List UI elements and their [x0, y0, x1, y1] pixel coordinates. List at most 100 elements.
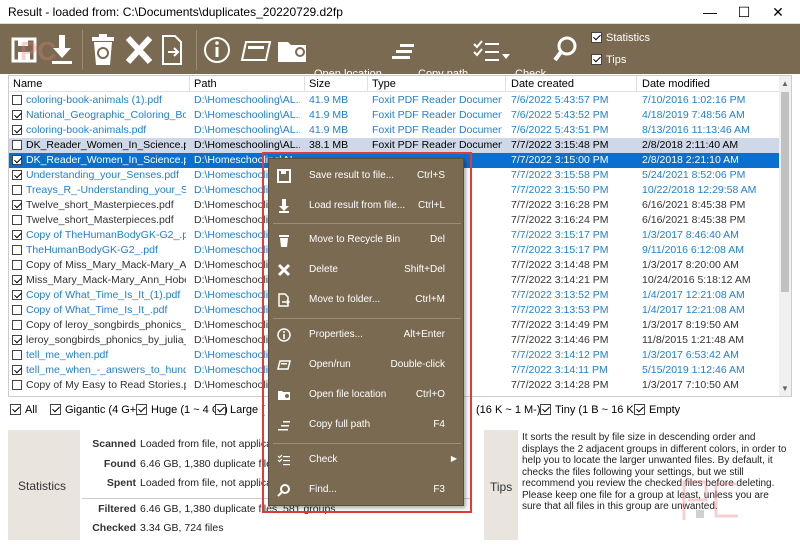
row-checkbox[interactable] [12, 155, 22, 165]
menu-separator [273, 318, 461, 319]
row-checkbox[interactable] [12, 350, 22, 360]
filter-huge-checkbox[interactable] [136, 404, 147, 415]
cell-name: DK_Reader_Women_In_Science.pdf [26, 139, 186, 151]
find-button[interactable] [552, 32, 580, 68]
close-window-button[interactable]: ✕ [756, 0, 800, 24]
menu-delete-label: Delete [309, 264, 338, 275]
col-size[interactable]: Size [309, 78, 330, 90]
row-checkbox[interactable] [12, 230, 22, 240]
col-path[interactable]: Path [194, 78, 217, 90]
col-date-modified[interactable]: Date modified [642, 78, 710, 90]
copy-path-icon-button[interactable] [390, 32, 416, 68]
row-checkbox[interactable] [12, 95, 22, 105]
menu-load-result[interactable]: Load result from file... Ctrl+L [269, 191, 465, 221]
cell-created: 7/7/2022 3:14:46 PM [511, 334, 609, 346]
cell-name: National_Geographic_Coloring_Book... [26, 109, 186, 121]
row-checkbox[interactable] [12, 200, 22, 210]
table-row[interactable]: National_Geographic_Coloring_Book... D:\H… [9, 108, 785, 123]
cell-name: Copy of Miss_Mary_Mack-Mary_Ann... [26, 259, 186, 271]
col-date-created[interactable]: Date created [511, 78, 574, 90]
cell-type: Foxit PDF Reader Document [372, 139, 502, 151]
menu-find[interactable]: Find... F3 [269, 475, 465, 505]
row-checkbox[interactable] [12, 110, 22, 120]
row-checkbox[interactable] [12, 380, 22, 390]
delete-button[interactable] [124, 32, 154, 68]
cell-name: Copy of What_Time_Is_It_.pdf [26, 304, 168, 316]
tips-toggle[interactable]: Tips [591, 54, 626, 66]
col-divider[interactable] [636, 76, 637, 92]
col-type[interactable]: Type [372, 78, 396, 90]
col-divider[interactable] [304, 76, 305, 92]
row-checkbox[interactable] [12, 125, 22, 135]
col-divider[interactable] [189, 76, 190, 92]
menu-check[interactable]: Check ▶ [269, 445, 465, 475]
row-checkbox[interactable] [12, 260, 22, 270]
menu-copy-full-path[interactable]: Copy full path F4 [269, 410, 465, 440]
cell-created: 7/7/2022 3:14:49 PM [511, 319, 609, 331]
cell-size: 41.9 MB [309, 94, 349, 106]
filter-tiny[interactable]: Tiny (1 B ~ 16 K-) [540, 404, 641, 416]
row-checkbox[interactable] [12, 245, 22, 255]
row-checkbox[interactable] [12, 215, 22, 225]
row-checkbox[interactable] [12, 185, 22, 195]
menu-delete[interactable]: Delete Shift+Del [269, 255, 465, 285]
filter-empty-checkbox[interactable] [634, 404, 645, 415]
menu-move-to-recycle-bin[interactable]: Move to Recycle Bin Del [269, 225, 465, 255]
info-icon [277, 328, 291, 342]
menu-open-run[interactable]: Open/run Double-click [269, 350, 465, 380]
menu-open-file-location[interactable]: Open file location Ctrl+O [269, 380, 465, 410]
menu-save-result[interactable]: Save result to file... Ctrl+S [269, 161, 465, 191]
row-checkbox[interactable] [12, 365, 22, 375]
menu-load-shortcut: Ctrl+L [418, 200, 445, 211]
submenu-arrow-icon: ▶ [450, 454, 457, 463]
statistics-toggle[interactable]: Statistics [591, 32, 650, 44]
check-icon-button[interactable] [472, 32, 512, 68]
col-divider[interactable] [505, 76, 506, 92]
filter-large-checkbox[interactable] [215, 404, 226, 415]
col-divider[interactable] [367, 76, 368, 92]
col-name[interactable]: Name [13, 78, 42, 90]
filter-empty[interactable]: Empty [634, 404, 680, 416]
scroll-thumb[interactable] [781, 92, 789, 292]
vertical-scrollbar[interactable]: ▲ ▼ [779, 76, 791, 396]
tips-checkbox[interactable] [591, 54, 602, 65]
filter-tiny-label: Tiny (1 B ~ 16 K-) [555, 404, 642, 416]
filter-tiny-checkbox[interactable] [540, 404, 551, 415]
open-location-icon-button[interactable] [276, 32, 310, 68]
statistics-checkbox[interactable] [591, 32, 602, 43]
menu-move-to-folder[interactable]: Move to folder... Ctrl+M [269, 285, 465, 315]
checked-label: Checked [92, 522, 136, 534]
scroll-up-icon[interactable]: ▲ [781, 79, 789, 88]
filter-gigantic[interactable]: Gigantic (4 G+) [50, 404, 140, 416]
move-to-folder-button[interactable] [158, 32, 188, 68]
filter-all[interactable]: All [10, 404, 37, 416]
table-row[interactable]: DK_Reader_Women_In_Science.pdf D:\Homesch… [9, 138, 785, 153]
recycle-button[interactable] [88, 32, 118, 68]
table-row[interactable]: coloring-book-animals (1).pdf D:\Homescho… [9, 93, 785, 108]
scroll-down-icon[interactable]: ▼ [781, 384, 789, 393]
menu-properties[interactable]: Properties... Alt+Enter [269, 320, 465, 350]
filter-large[interactable]: Large ( [215, 404, 265, 416]
filter-huge[interactable]: Huge (1 ~ 4 G-) [136, 404, 228, 416]
row-checkbox[interactable] [12, 140, 22, 150]
row-checkbox[interactable] [12, 335, 22, 345]
cell-modified: 8/13/2016 11:13:46 AM [642, 124, 750, 136]
open-run-button[interactable] [238, 32, 274, 68]
row-checkbox[interactable] [12, 290, 22, 300]
row-checkbox[interactable] [12, 170, 22, 180]
folder-open-icon [278, 42, 306, 62]
menu-move-label: Move to folder... [309, 294, 381, 305]
filter-gigantic-checkbox[interactable] [50, 404, 61, 415]
cell-size: 41.9 MB [309, 109, 349, 121]
filter-small[interactable]: (16 K ~ 1 M-) [476, 404, 541, 416]
row-checkbox[interactable] [12, 320, 22, 330]
properties-button[interactable] [202, 32, 232, 68]
toolbar-separator [196, 30, 197, 70]
row-checkbox[interactable] [12, 305, 22, 315]
menu-load-label: Load result from file... [309, 200, 406, 211]
table-row[interactable]: coloring-book-animals.pdf D:\Homeschoolin… [9, 123, 785, 138]
cell-name: DK_Reader_Women_In_Science.pdf [26, 154, 186, 166]
row-checkbox[interactable] [12, 275, 22, 285]
cell-size: 41.9 MB [309, 124, 349, 136]
filter-all-checkbox[interactable] [10, 404, 21, 415]
